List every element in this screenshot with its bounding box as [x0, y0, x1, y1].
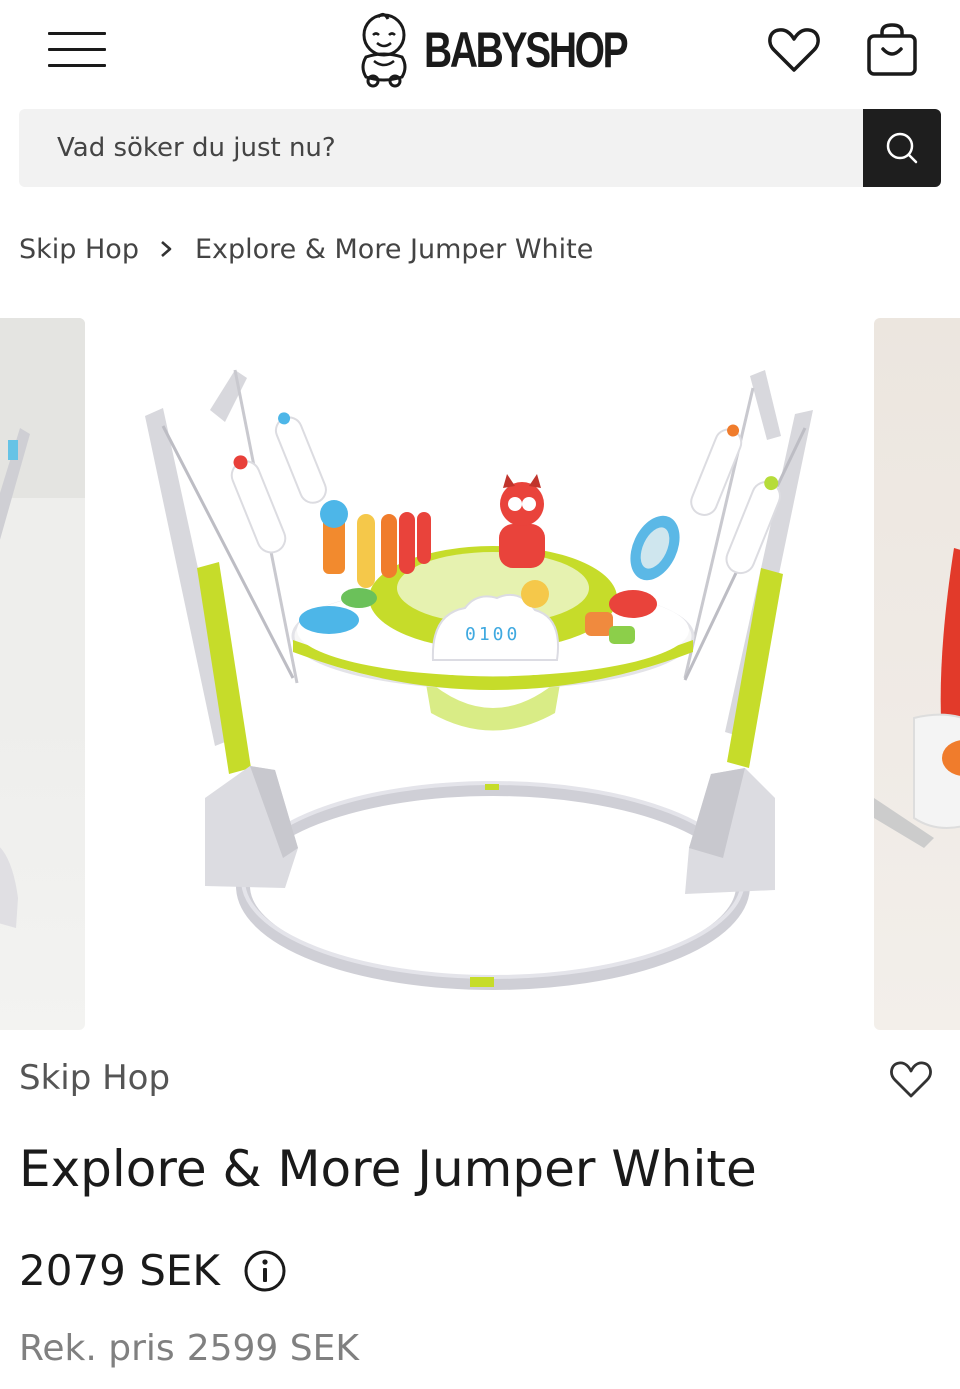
- jumper-counter-display: 0100: [465, 624, 520, 645]
- recommended-price: Rek. pris 2599 SEK: [19, 1328, 359, 1369]
- previous-product-image[interactable]: [0, 318, 85, 1030]
- search-input[interactable]: [19, 109, 862, 187]
- product-price: 2079 SEK: [19, 1246, 220, 1295]
- search-button[interactable]: [863, 109, 941, 187]
- breadcrumb: Skip Hop Explore & More Jumper White: [19, 228, 593, 270]
- baby-logo-icon: [361, 12, 407, 88]
- menu-line: [48, 64, 106, 67]
- jumper-side-image: [0, 318, 85, 928]
- favorite-button[interactable]: [888, 1058, 934, 1102]
- logo-text: BABYSHOP: [424, 22, 629, 78]
- product-title: Explore & More Jumper White: [19, 1140, 757, 1198]
- jumper-detail-image: [874, 548, 960, 848]
- next-product-image[interactable]: [874, 318, 960, 1030]
- breadcrumb-current: Explore & More Jumper White: [194, 233, 594, 265]
- price-row: 2079 SEK: [19, 1246, 288, 1295]
- rrp-label: Rek. pris: [19, 1328, 175, 1369]
- menu-button[interactable]: [48, 30, 108, 70]
- chevron-right-icon: [159, 240, 173, 258]
- menu-line: [48, 48, 106, 51]
- site-header: BABYSHOP: [0, 0, 960, 100]
- product-image-carousel[interactable]: 0100: [0, 318, 960, 1032]
- jumper-product-image: 0100: [145, 369, 813, 990]
- heart-outline-icon: [890, 1061, 932, 1098]
- wishlist-button[interactable]: [766, 22, 822, 78]
- main-product-image[interactable]: 0100: [85, 318, 875, 1030]
- site-logo[interactable]: BABYSHOP: [356, 10, 683, 90]
- shopping-bag-icon: [867, 23, 917, 76]
- product-brand[interactable]: Skip Hop: [19, 1058, 170, 1098]
- search-bar: [19, 109, 941, 187]
- search-icon: [886, 132, 918, 164]
- breadcrumb-brand-link[interactable]: Skip Hop: [19, 234, 139, 265]
- rrp-value: 2599 SEK: [186, 1328, 359, 1369]
- info-icon[interactable]: [242, 1248, 288, 1294]
- menu-line: [48, 32, 106, 35]
- heart-icon: [768, 28, 820, 72]
- cart-button[interactable]: [864, 22, 920, 78]
